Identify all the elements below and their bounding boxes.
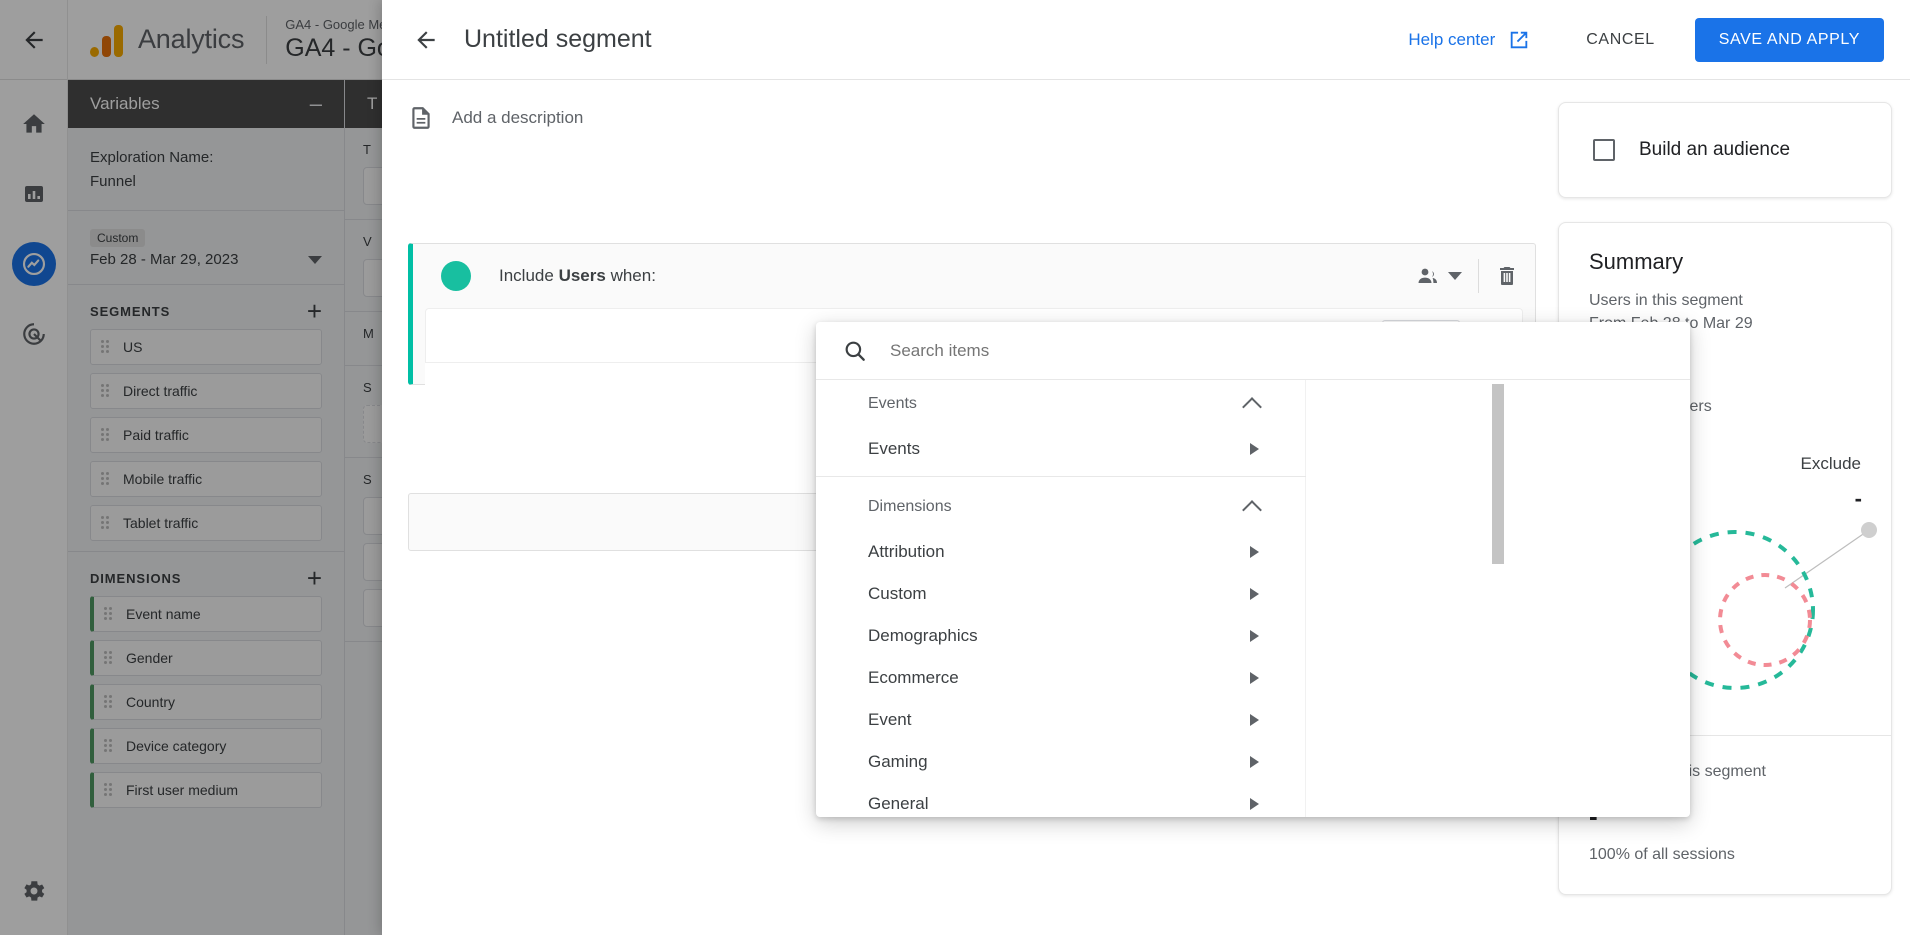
users-line-1: Users in this segment [1589, 292, 1743, 309]
arrow-right-icon [1250, 672, 1259, 684]
arrow-right-icon [1250, 443, 1259, 455]
page-title[interactable]: Untitled segment [464, 25, 652, 54]
item-label: Event [868, 710, 912, 729]
description-placeholder: Add a description [452, 108, 584, 127]
delete-condition-button[interactable] [1479, 263, 1535, 289]
trash-icon [1500, 267, 1514, 285]
back-arrow-icon [417, 30, 435, 49]
condition-scope: Users [558, 266, 606, 285]
list-item[interactable]: Attribution [816, 531, 1305, 573]
condition-suffix: when: [610, 266, 656, 285]
condition-header: Include Users when: [413, 244, 1535, 308]
build-audience-label: Build an audience [1639, 139, 1791, 160]
list-item[interactable]: Custom [816, 573, 1305, 615]
group-title: Dimensions [868, 498, 952, 515]
help-center-label: Help center [1408, 29, 1496, 49]
exclude-value: - [1854, 486, 1862, 511]
item-list: Events Events Dimensions Attribution Cus… [816, 380, 1306, 817]
list-item[interactable]: Demographics [816, 615, 1305, 657]
build-audience-card[interactable]: Build an audience [1558, 102, 1892, 198]
chevron-down-icon [1448, 272, 1462, 280]
search-row[interactable] [816, 322, 1690, 380]
arrow-right-icon [1250, 798, 1259, 810]
scrollbar-thumb[interactable] [1492, 384, 1504, 564]
cancel-button[interactable]: CANCEL [1564, 21, 1677, 59]
sessions-percent: 100% of all sessions [1589, 846, 1735, 863]
chevron-up-icon [1242, 396, 1262, 417]
divider [816, 476, 1306, 477]
help-center-link[interactable]: Help center [1398, 21, 1540, 59]
group-header-dimensions[interactable]: Dimensions [816, 483, 1305, 531]
modal-body: Add a description Include Users when: Se… [382, 80, 1910, 935]
condition-actions [1398, 259, 1535, 293]
modal-header: Untitled segment Help center CANCEL SAVE… [382, 0, 1910, 80]
list-item[interactable]: Event [816, 699, 1305, 741]
item-label: Custom [868, 584, 927, 603]
modal-actions: Help center CANCEL SAVE AND APPLY [1398, 17, 1884, 62]
scope-selector-button[interactable] [1398, 264, 1478, 288]
condition-prefix: Include [499, 266, 554, 285]
item-label: Attribution [868, 542, 945, 561]
arrow-right-icon [1250, 756, 1259, 768]
segment-builder-modal: Untitled segment Help center CANCEL SAVE… [382, 0, 1910, 935]
arrow-right-icon [1250, 714, 1259, 726]
search-icon [845, 341, 865, 361]
arrow-right-icon [1250, 588, 1259, 600]
arrow-right-icon [1250, 546, 1259, 558]
chevron-up-icon [1242, 499, 1262, 520]
group-header-events[interactable]: Events [816, 380, 1305, 428]
modal-back-button[interactable] [404, 18, 448, 62]
group-title: Events [868, 395, 917, 412]
condition-color-dot [441, 261, 471, 291]
item-label: Demographics [868, 626, 978, 645]
screen-root: Analytics GA4 - Google Merch GA4 - Goo V… [0, 0, 1910, 935]
search-input[interactable] [890, 340, 1668, 361]
condition-statement: Include Users when: [499, 266, 656, 286]
open-in-new-icon [1511, 31, 1528, 48]
item-label: Events [868, 439, 920, 458]
save-and-apply-button[interactable]: SAVE AND APPLY [1694, 17, 1884, 62]
description-icon [412, 107, 430, 129]
item-label: Ecommerce [868, 668, 959, 687]
users-icon [1418, 268, 1437, 283]
list-item[interactable]: Gaming [816, 741, 1305, 783]
exclude-label: Exclude [1800, 454, 1861, 473]
item-label: General [868, 794, 929, 813]
list-item[interactable]: Events [816, 428, 1305, 470]
list-item[interactable]: Ecommerce [816, 657, 1305, 699]
build-audience-checkbox[interactable] [1593, 139, 1615, 161]
summary-title: Summary [1589, 249, 1684, 274]
item-label: Gaming [868, 752, 928, 771]
list-item[interactable]: General [816, 783, 1305, 817]
item-picker-dropdown: Events Events Dimensions Attribution [816, 322, 1690, 817]
arrow-right-icon [1250, 630, 1259, 642]
